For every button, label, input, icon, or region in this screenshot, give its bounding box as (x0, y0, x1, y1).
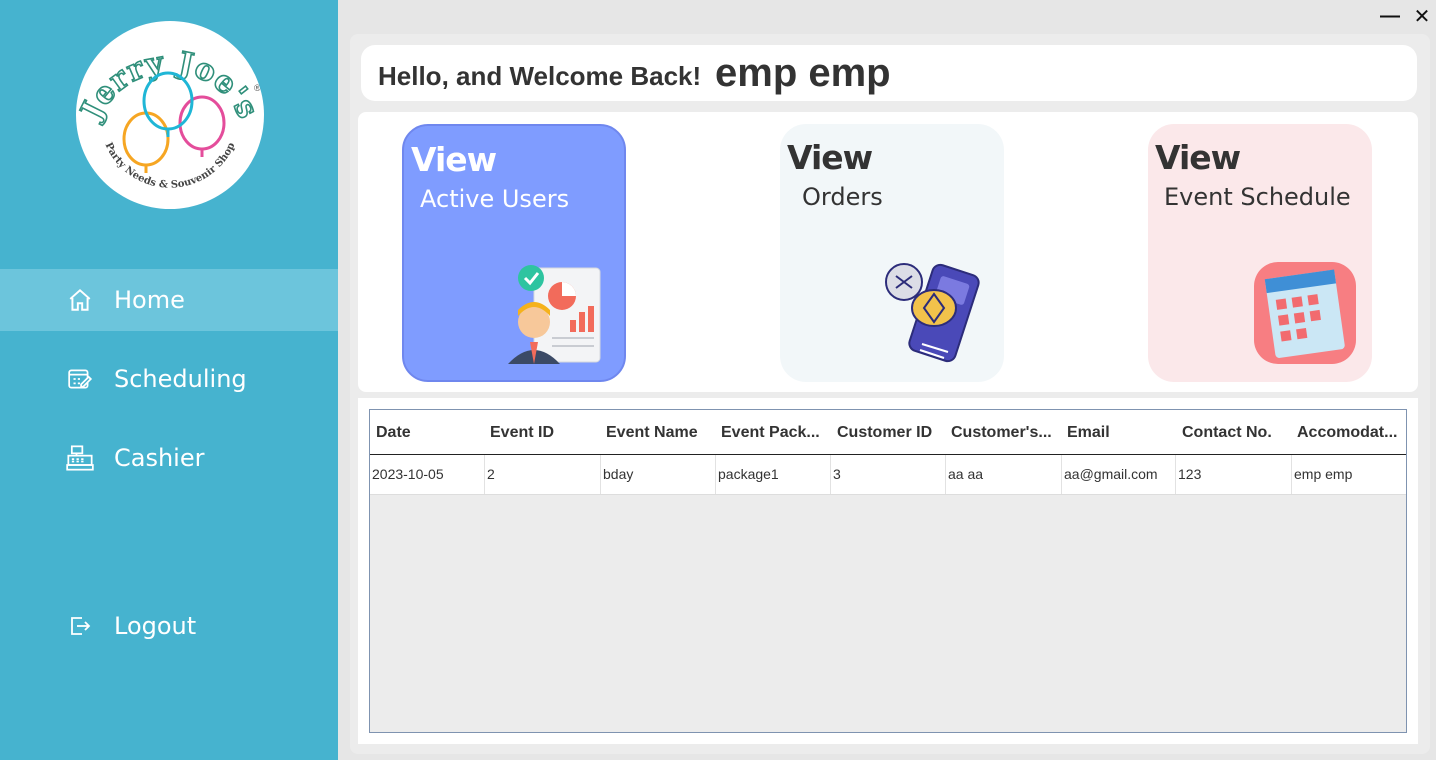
card-subtitle: Event Schedule (1164, 183, 1351, 211)
column-header-customer-name[interactable]: Customer's... (951, 424, 1052, 442)
cash-register-icon (66, 444, 94, 472)
sidebar-item-cashier[interactable]: Cashier (0, 427, 338, 489)
close-button[interactable]: ✕ (1410, 4, 1434, 28)
column-header-accomodation[interactable]: Accomodat... (1297, 424, 1397, 442)
payment-terminal-icon (885, 263, 980, 363)
username-text: emp emp (715, 51, 891, 95)
cell-customer-name: aa aa (945, 455, 1061, 494)
column-header-contact-no[interactable]: Contact No. (1182, 424, 1272, 442)
view-event-schedule-card[interactable]: View Event Schedule (1148, 124, 1372, 382)
column-header-event-id[interactable]: Event ID (490, 424, 554, 442)
logout-icon (66, 612, 94, 640)
svg-text:Party Needs & Souvenir Shop: Party Needs & Souvenir Shop (102, 141, 237, 191)
table-header: Date Event ID Event Name Event Pack... C… (370, 410, 1406, 455)
view-orders-card[interactable]: View Orders (780, 124, 1004, 382)
cell-accomodation: emp emp (1291, 455, 1406, 494)
cell-event-name: bday (600, 455, 715, 494)
column-header-event-name[interactable]: Event Name (606, 424, 698, 442)
sidebar-item-label: Scheduling (114, 365, 247, 393)
cell-event-id: 2 (484, 455, 600, 494)
cell-date: 2023-10-05 (372, 466, 444, 482)
logout-label: Logout (114, 612, 197, 640)
sidebar: Jerry Joe's Party Needs & Souvenir Shop … (0, 0, 338, 760)
card-title: View (1155, 138, 1241, 177)
card-title: View (787, 138, 873, 177)
brand-logo: Jerry Joe's Party Needs & Souvenir Shop … (76, 21, 264, 209)
cell-event-package: package1 (715, 455, 830, 494)
events-table: Date Event ID Event Name Event Pack... C… (369, 409, 1407, 733)
column-header-date[interactable]: Date (376, 424, 411, 442)
view-active-users-card[interactable]: View Active Users (402, 124, 626, 382)
cell-email: aa@gmail.com (1061, 455, 1175, 494)
greeting-text: Hello, and Welcome Back! (378, 61, 702, 91)
card-subtitle: Active Users (420, 185, 570, 213)
column-header-customer-id[interactable]: Customer ID (837, 424, 932, 442)
logo-title: Jerry Joe's (76, 44, 264, 128)
card-title: View (411, 140, 497, 179)
sidebar-item-label: Cashier (114, 444, 205, 472)
sidebar-item-label: Home (114, 286, 185, 314)
logo-tagline: Party Needs & Souvenir Shop (102, 141, 237, 191)
cell-customer-id: 3 (830, 455, 945, 494)
sidebar-item-home[interactable]: Home (0, 269, 338, 331)
table-row[interactable]: 2023-10-05 2 bday package1 3 aa aa aa@gm… (370, 455, 1406, 495)
cell-contact-no: 123 (1175, 455, 1291, 494)
logo-trademark: ® (254, 83, 261, 93)
calendar-edit-icon (66, 365, 94, 393)
user-report-icon (508, 265, 601, 364)
sidebar-item-scheduling[interactable]: Scheduling (0, 348, 338, 410)
calendar-icon (1254, 262, 1356, 364)
home-icon (66, 286, 94, 314)
column-header-email[interactable]: Email (1067, 424, 1110, 442)
minimize-button[interactable]: — (1378, 4, 1402, 28)
svg-text:Jerry Joe's: Jerry Joe's (76, 45, 264, 127)
card-subtitle: Orders (802, 183, 883, 211)
welcome-banner: Hello, and Welcome Back! emp emp (361, 45, 1417, 101)
balloons-logo-image: Jerry Joe's Party Needs & Souvenir Shop … (76, 44, 264, 191)
logout-button[interactable]: Logout (0, 595, 338, 657)
column-header-event-package[interactable]: Event Pack... (721, 424, 820, 442)
